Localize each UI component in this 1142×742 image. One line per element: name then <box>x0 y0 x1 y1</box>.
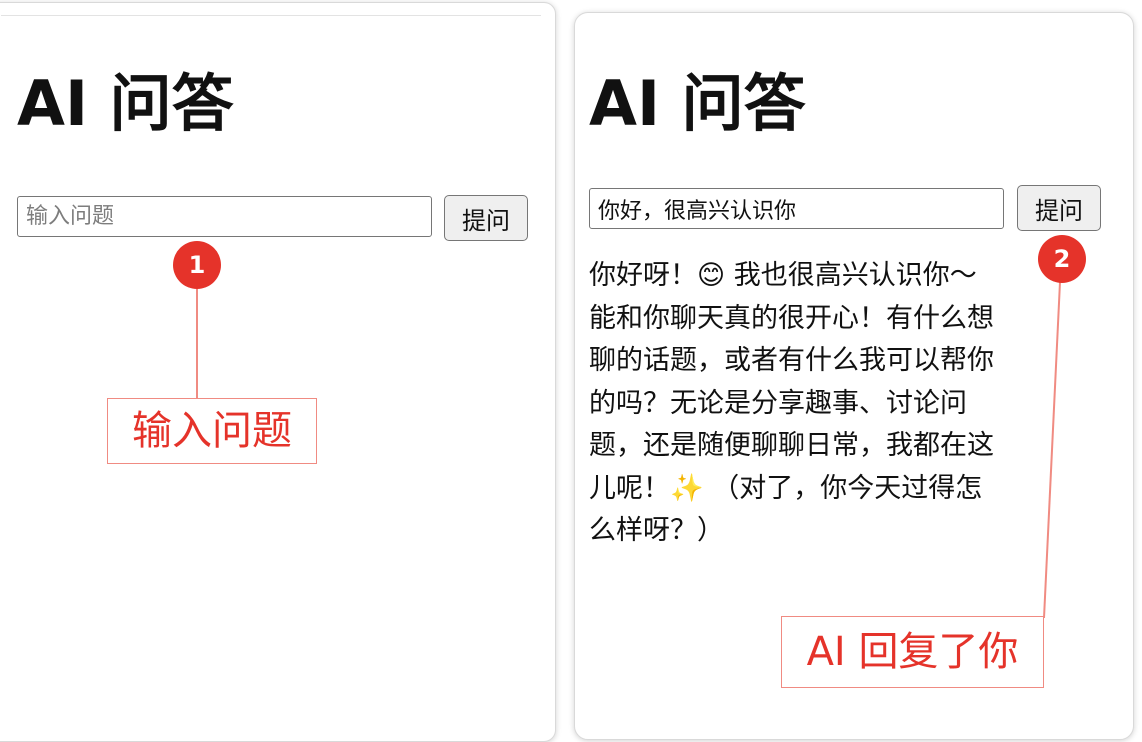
question-input[interactable] <box>17 196 432 237</box>
ai-answer-text: 你好呀！😊 我也很高兴认识你～能和你聊天真的很开心！有什么想聊的话题，或者有什么… <box>589 260 994 546</box>
annotation-badge-1: 1 <box>173 241 221 289</box>
annotation-label-2: AI 回复了你 <box>781 616 1044 688</box>
left-panel-top-divider <box>1 15 541 16</box>
ask-button[interactable]: 提问 <box>444 195 528 241</box>
annotation-connector-2 <box>1043 281 1061 619</box>
page-title: AI 问答 <box>589 67 806 140</box>
question-input[interactable] <box>589 188 1004 229</box>
annotation-label-1: 输入问题 <box>107 398 317 464</box>
page-title: AI 问答 <box>17 67 234 140</box>
annotation-badge-2: 2 <box>1038 235 1086 283</box>
left-screenshot-panel: AI 问答 提问 <box>0 2 556 742</box>
ask-button[interactable]: 提问 <box>1017 185 1101 231</box>
annotation-connector-1 <box>196 289 198 398</box>
